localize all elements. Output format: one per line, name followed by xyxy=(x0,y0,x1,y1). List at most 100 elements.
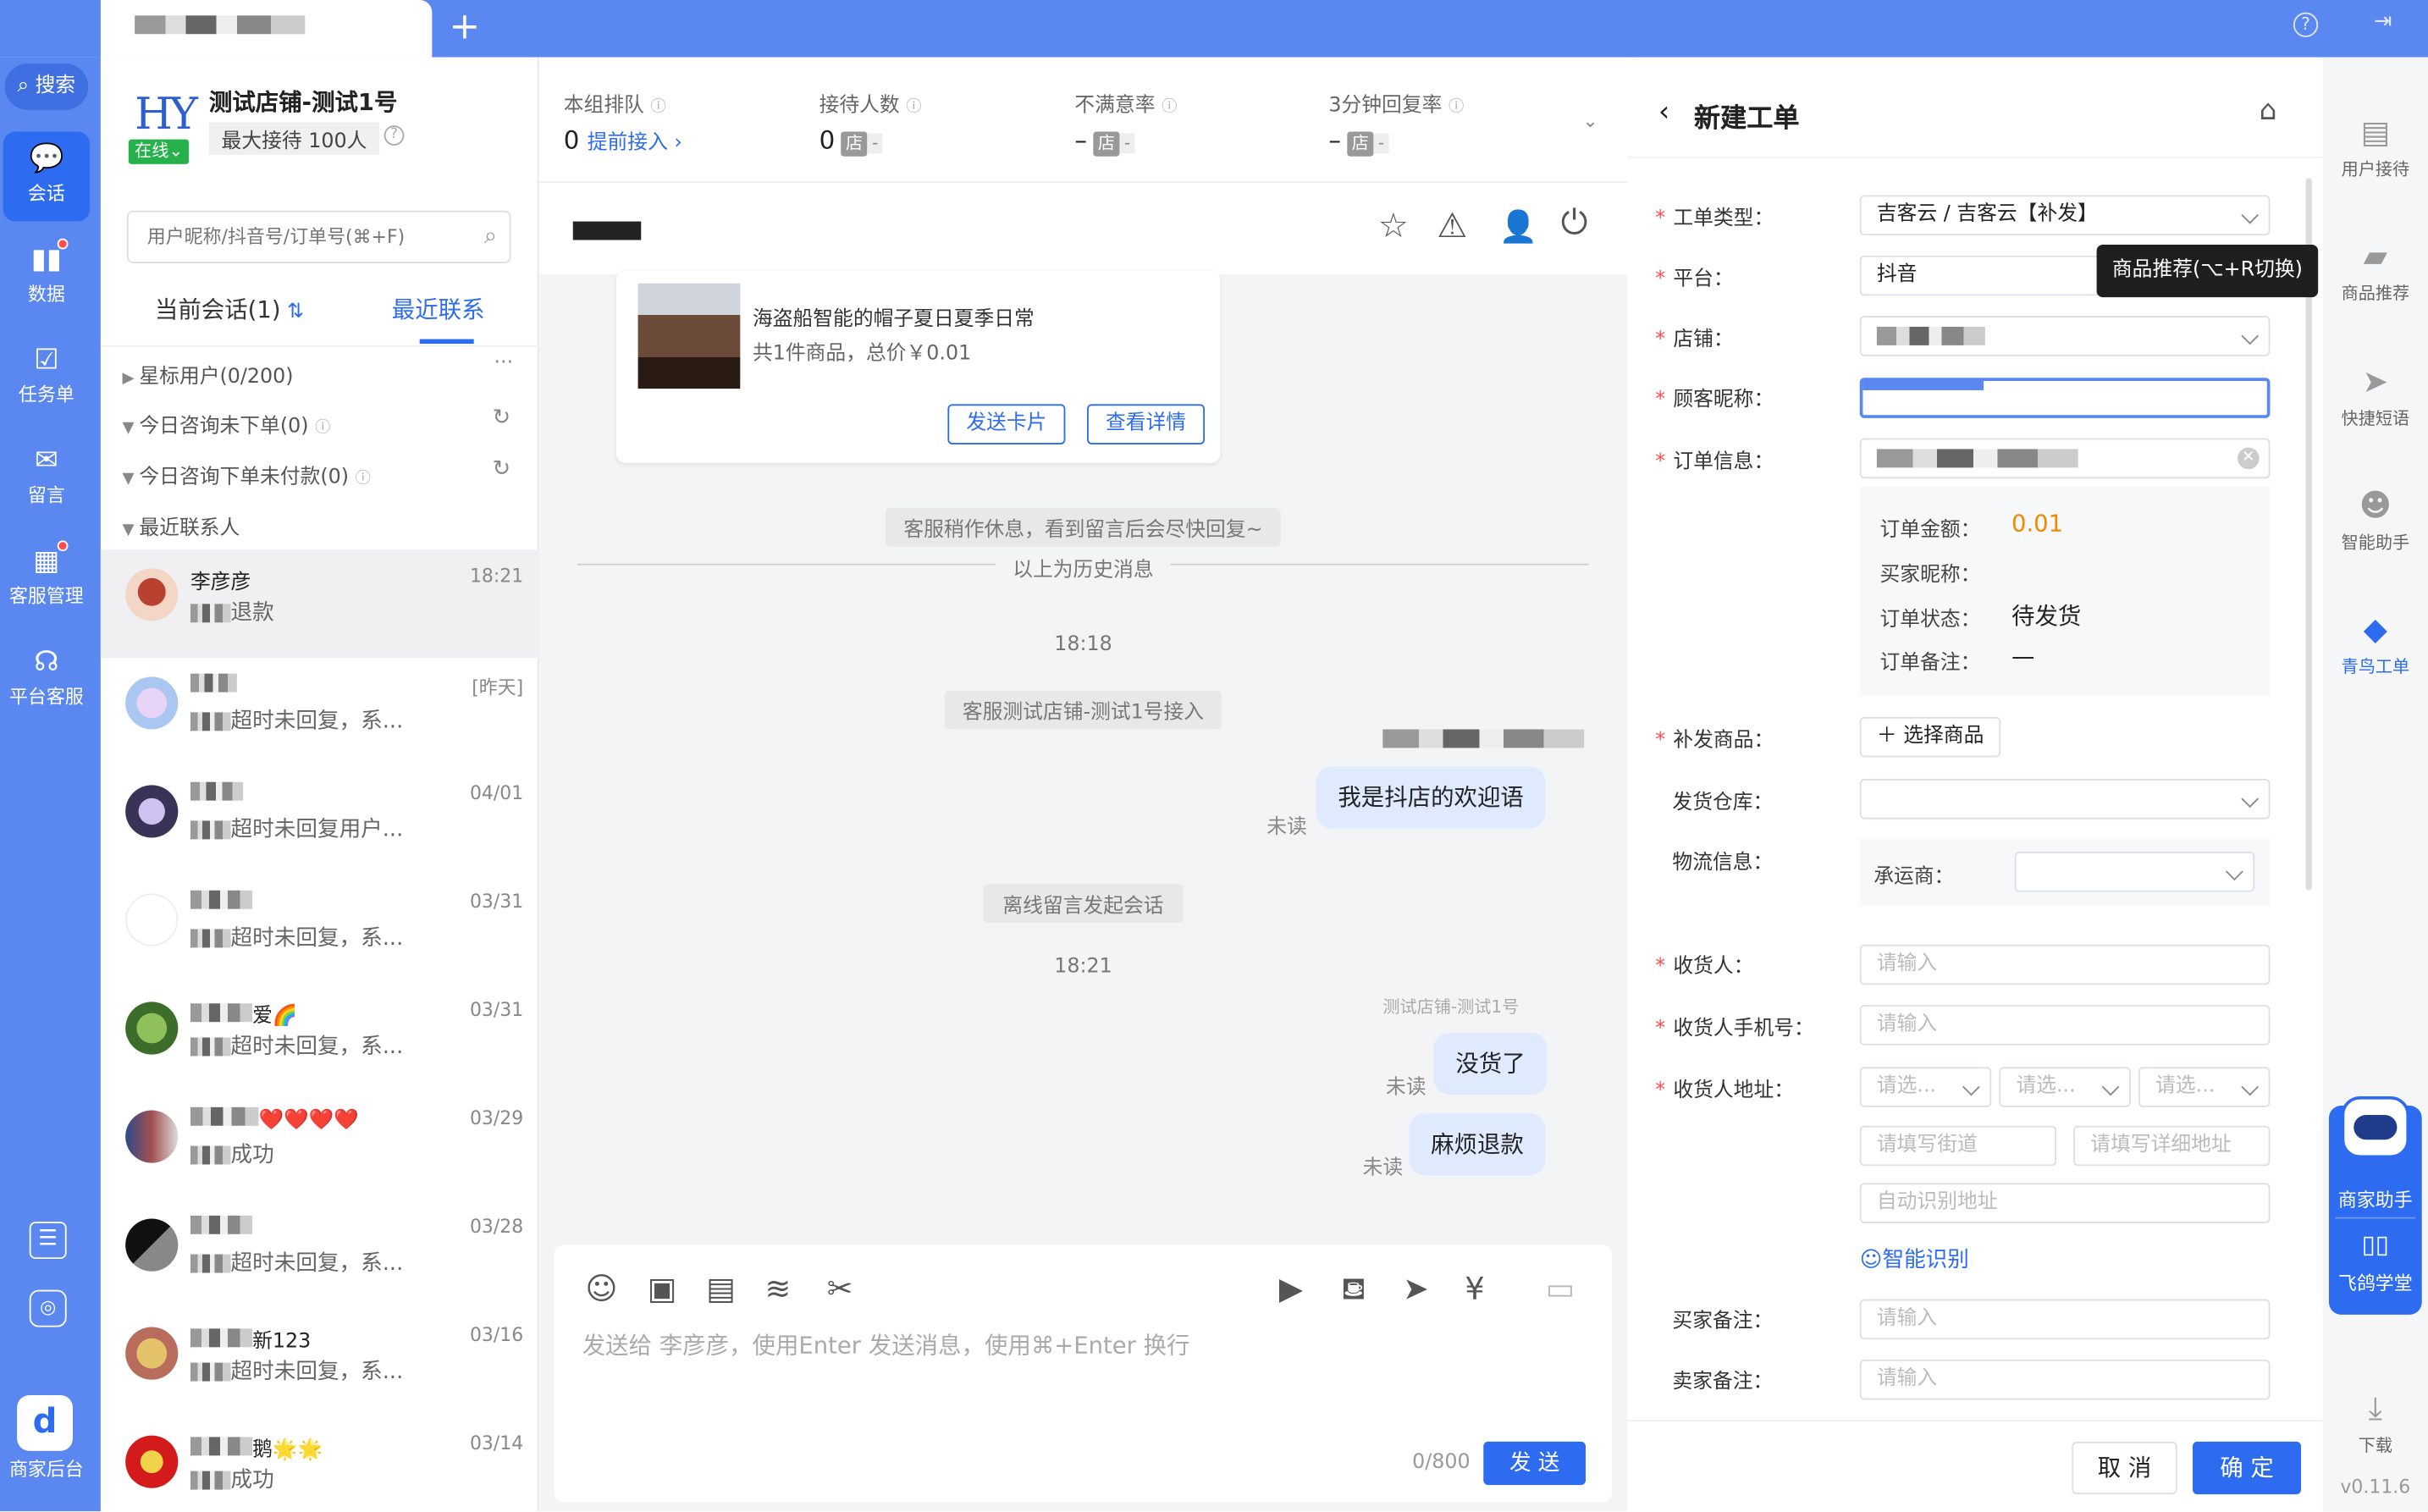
nav-messages[interactable]: ✉ 留言 xyxy=(3,433,90,523)
label-customer-nickname: * 顾客昵称： xyxy=(1655,389,1774,412)
smart-recognize-link[interactable]: ☺智能识别 xyxy=(1860,1244,1969,1275)
video-icon[interactable]: ▤ xyxy=(706,1270,736,1307)
video-call-icon[interactable]: ▶ xyxy=(1279,1270,1303,1307)
warehouse-select[interactable] xyxy=(1859,779,2271,819)
rail-product-recommend[interactable]: ▰ 商品推荐 xyxy=(2323,237,2428,305)
rail-user-reception[interactable]: ▤ 用户接待 xyxy=(2323,113,2428,181)
rail-quick-phrases[interactable]: ➤ 快捷短语 xyxy=(2323,362,2428,430)
early-access-link[interactable]: 提前接入 › xyxy=(588,131,682,154)
warning-icon[interactable]: ⚠ xyxy=(1437,207,1467,246)
more-icon[interactable]: ··· xyxy=(494,351,513,374)
char-counter: 0/800 xyxy=(1412,1450,1471,1475)
carrier-select[interactable] xyxy=(2014,852,2255,892)
tab-current-sessions[interactable]: 当前会话(1) ⇅ xyxy=(155,293,304,325)
seller-note-input[interactable]: 请输入 xyxy=(1859,1359,2271,1400)
notification-dot xyxy=(57,540,69,552)
search-button[interactable]: ⌕ 搜索 xyxy=(4,63,89,110)
district-select[interactable]: 请选... xyxy=(2138,1067,2271,1107)
store-select[interactable] xyxy=(1859,316,2271,356)
contact-item[interactable]: 爱🌈 超时未回复，系... 03/31 xyxy=(101,983,539,1091)
home-icon[interactable]: ⌂ xyxy=(2260,95,2277,127)
message-bubble: 我是抖店的欢迎语 xyxy=(1316,766,1546,829)
confirm-button[interactable]: 确 定 xyxy=(2193,1441,2302,1495)
nav-service-mgmt[interactable]: ▦ 客服管理 xyxy=(3,534,90,624)
contact-search-input[interactable] xyxy=(128,212,454,262)
help-icon[interactable]: ? xyxy=(2293,12,2319,37)
auto-address-input[interactable]: 自动识别地址 xyxy=(1859,1183,2271,1223)
contact-item[interactable]: 新123 超时未回复，系... 03/16 xyxy=(101,1309,539,1417)
quick-reply-icon[interactable]: ▭ xyxy=(1545,1270,1575,1307)
nav-tasks[interactable]: ☑ 任务单 xyxy=(3,333,90,422)
nav-platform-service[interactable]: ☊ 平台客服 xyxy=(3,635,90,725)
add-tab-icon[interactable]: + xyxy=(449,6,480,47)
image-icon[interactable]: ▣ xyxy=(648,1270,677,1307)
contact-item[interactable]: 超时未回复，系... [昨天] xyxy=(101,658,539,766)
contact-item[interactable]: ❤️❤️❤️❤️ 成功 03/29 xyxy=(101,1092,539,1200)
merchant-backend-label[interactable]: 商家后台 xyxy=(0,1455,93,1482)
redacted-bar xyxy=(1862,380,1984,390)
contact-search-box[interactable]: ⌕ xyxy=(126,210,511,263)
rail-smart-assistant[interactable]: ☻ 智能助手 xyxy=(2323,486,2428,554)
layers-icon[interactable]: ≋ xyxy=(765,1270,792,1307)
nav-data[interactable]: ▮▮ 数据 xyxy=(3,232,90,322)
send-link-icon[interactable]: ➤ xyxy=(1403,1270,1429,1307)
star-icon[interactable]: ☆ xyxy=(1378,207,1409,246)
info-icon[interactable]: ? xyxy=(384,125,405,146)
tab-current[interactable] xyxy=(100,0,433,58)
merchant-backend-icon[interactable]: d xyxy=(17,1395,73,1451)
coupon-icon[interactable]: ¥ xyxy=(1465,1270,1484,1307)
rail-bluebird-ticket[interactable]: ◆ 青鸟工单 xyxy=(2323,610,2428,678)
contact-item[interactable]: 超时未回复，系... 03/31 xyxy=(101,875,539,983)
contact-item[interactable]: 李彦彦 退款 18:21 xyxy=(100,549,539,659)
checklist-icon[interactable]: ☰ xyxy=(29,1222,67,1260)
cancel-button[interactable]: 取 消 xyxy=(2072,1441,2177,1495)
customer-nickname-input[interactable] xyxy=(1859,378,2271,418)
group-recent[interactable]: ▼ 最近联系人 xyxy=(122,511,240,540)
label-platform: * 平台： xyxy=(1655,268,1734,291)
back-icon[interactable]: ‹ xyxy=(1658,96,1669,128)
select-goods-button[interactable]: ＋ 选择商品 xyxy=(1859,716,2001,758)
emoji-icon[interactable]: ☺ xyxy=(585,1270,617,1307)
gift-icon[interactable]: ⛾ xyxy=(1341,1270,1366,1311)
metrics-bar: 本组排队 ⓘ 0 提前接入 › 接待人数 ⓘ 0店- 不满意率 ⓘ – 店 - 3分… xyxy=(538,57,1628,182)
online-status-badge[interactable]: 在线⌄ xyxy=(128,139,190,164)
buyer-note-input[interactable]: 请输入 xyxy=(1859,1299,2271,1340)
order-info-input[interactable]: ✕ xyxy=(1859,438,2271,479)
logout-icon[interactable]: ⇥ xyxy=(2374,9,2392,34)
contact-last-message: 超时未回复，系... xyxy=(190,1246,403,1277)
ticket-type-select[interactable]: 吉客云 / 吉客云【补发】 xyxy=(1859,195,2271,236)
platform-select[interactable]: 抖音 xyxy=(1859,255,2100,296)
send-card-button[interactable]: 发送卡片 xyxy=(947,404,1066,444)
scissors-icon[interactable]: ✂ xyxy=(827,1270,853,1307)
contact-last-message: 超时未回复，系... xyxy=(190,704,403,736)
send-button[interactable]: 发 送 xyxy=(1483,1441,1586,1486)
ticket-panel: ‹ 新建工单 ⌂ * 工单类型： 吉客云 / 吉客云【补发】 * 平台： 抖音 商品… xyxy=(1627,57,2323,1512)
tab-recent-contacts[interactable]: 最近联系 xyxy=(392,293,485,325)
contact-time: 18:21 xyxy=(469,565,524,588)
group-unpaid[interactable]: ▼ 今日咨询下单未付款(0) ⓘ xyxy=(122,460,370,489)
street-input[interactable]: 请填写街道 xyxy=(1859,1125,2057,1167)
refresh-icon[interactable]: ↻ xyxy=(493,406,510,430)
contact-item[interactable]: 鹅🌟🌟 成功 03/14 xyxy=(101,1417,539,1512)
group-no-order[interactable]: ▼ 今日咨询未下单(0) ⓘ xyxy=(122,409,330,438)
view-detail-button[interactable]: 查看详情 xyxy=(1087,404,1206,444)
detail-address-input[interactable]: 请填写详细地址 xyxy=(2073,1125,2271,1167)
contact-item[interactable]: 超时未回复用户... 04/01 xyxy=(101,766,539,875)
message-input[interactable]: 发送给 李彦彦，使用Enter 发送消息，使用⌘+Enter 换行 xyxy=(582,1328,1190,1360)
nav-chat[interactable]: 💬 会话 xyxy=(3,131,91,222)
download-button[interactable]: ⤓ 下载 xyxy=(2323,1389,2428,1457)
contact-item[interactable]: 超时未回复，系... 03/28 xyxy=(101,1200,539,1309)
clear-icon[interactable]: ✕ xyxy=(2238,447,2260,470)
power-icon[interactable]: ⏻ xyxy=(1561,204,1588,243)
receiver-phone-input[interactable]: 请输入 xyxy=(1859,1005,2271,1046)
assistant-widget[interactable]: 商家助手 ▯▯ 飞鸽学堂 xyxy=(2328,1096,2422,1315)
receiver-input[interactable]: 请输入 xyxy=(1859,944,2271,985)
expand-chevron-icon[interactable]: ⌄ xyxy=(1582,110,1598,132)
province-select[interactable]: 请选... xyxy=(1859,1067,1992,1107)
refresh-icon[interactable]: ↻ xyxy=(493,457,510,482)
group-starred[interactable]: ▶ 星标用户(0/200) xyxy=(122,359,293,389)
sort-icon[interactable]: ⇅ xyxy=(281,301,304,323)
city-select[interactable]: 请选... xyxy=(1999,1067,2131,1107)
transfer-user-icon[interactable]: 👤 xyxy=(1499,207,1538,245)
hexagon-settings-icon[interactable]: ◎ xyxy=(29,1289,67,1327)
